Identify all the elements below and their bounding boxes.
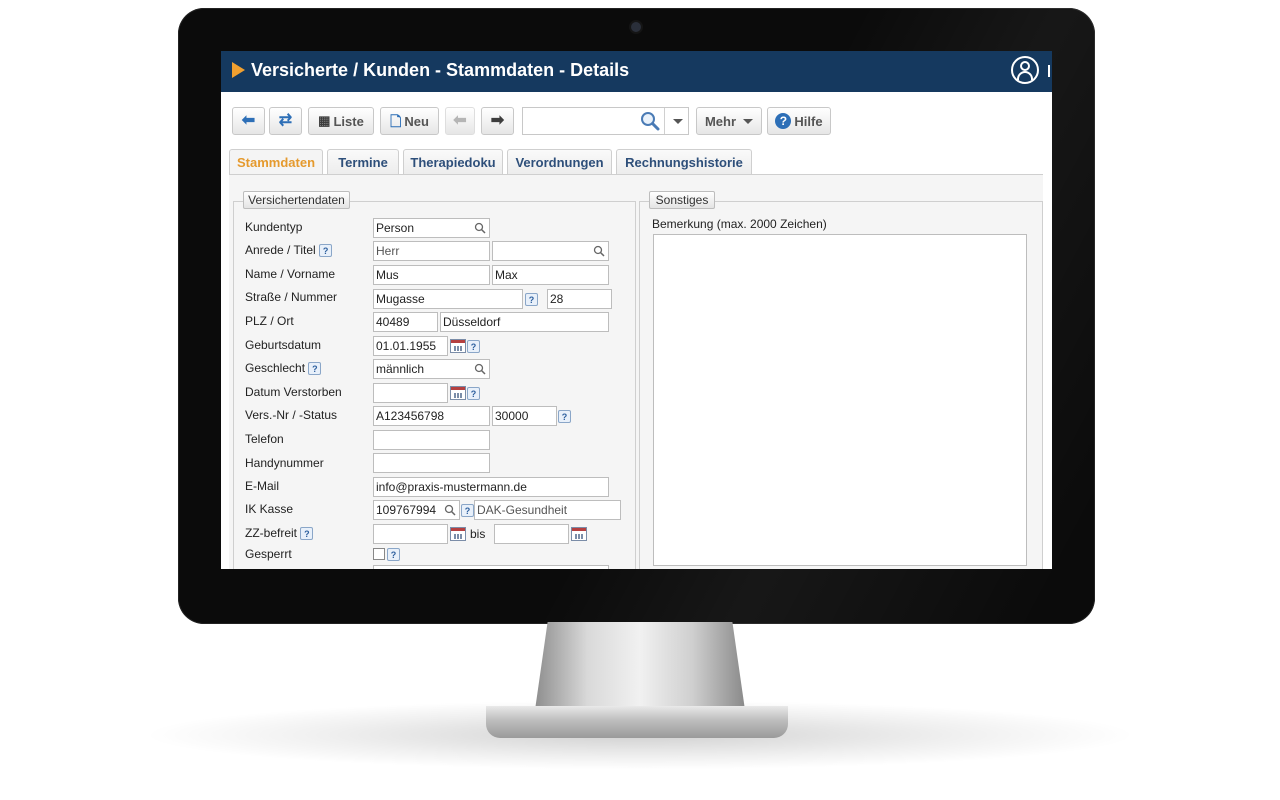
user-icon[interactable] xyxy=(1011,56,1039,84)
search-icon[interactable] xyxy=(444,504,456,516)
tab-stammdaten[interactable]: Stammdaten xyxy=(229,149,323,175)
help-icon: ? xyxy=(775,113,792,129)
title-bar: Versicherte / Kunden - Stammdaten - Deta… xyxy=(221,51,1052,92)
search-icon[interactable] xyxy=(593,245,605,257)
label-geburtsdatum: Geburtsdatum xyxy=(245,338,322,352)
mehr-label: Mehr xyxy=(704,113,737,129)
neu-label: Neu xyxy=(404,113,429,129)
mehr-button[interactable]: Mehr xyxy=(696,107,762,135)
back-button[interactable]: ⬅ xyxy=(232,107,265,135)
vorname-field[interactable]: Max xyxy=(492,265,609,285)
refresh-icon: ⇄ xyxy=(278,112,293,129)
bemerkung-textarea[interactable] xyxy=(653,234,1027,566)
gesperrt-checkbox[interactable] xyxy=(373,548,385,560)
neu-button[interactable]: 🗋 Neu xyxy=(380,107,439,135)
handynummer-field[interactable] xyxy=(373,453,490,473)
label-telefon: Telefon xyxy=(245,432,284,446)
help-icon[interactable]: ? xyxy=(467,340,480,353)
next-field[interactable] xyxy=(373,565,609,569)
label-gesperrt: Gesperrt xyxy=(245,547,292,561)
ort-field[interactable]: Düsseldorf xyxy=(440,312,609,332)
label-plz-ort: PLZ / Ort xyxy=(245,314,294,328)
label-name-vorname: Name / Vorname xyxy=(245,267,336,281)
hilfe-button[interactable]: ? Hilfe xyxy=(767,107,831,135)
label-email: E-Mail xyxy=(245,479,280,493)
hausnummer-field[interactable]: 28 xyxy=(547,289,612,309)
versstatus-field[interactable]: 30000 xyxy=(492,406,557,426)
search-icon[interactable] xyxy=(474,222,486,234)
label-bemerkung: Bemerkung (max. 2000 Zeichen) xyxy=(652,217,827,231)
label-anrede-titel: Anrede / Titel ? xyxy=(245,243,333,258)
ik-kasse-field[interactable]: 109767994 xyxy=(373,500,460,520)
help-icon[interactable]: ? xyxy=(308,362,322,376)
help-icon[interactable]: ? xyxy=(461,504,474,517)
label-geschlecht: Geschlecht ? xyxy=(245,361,322,376)
geburtsdatum-field[interactable]: 01.01.1955 xyxy=(373,336,448,356)
chevron-down-icon xyxy=(743,118,754,124)
kasse-name-field: DAK-Gesundheit xyxy=(474,500,621,520)
label-datum-verstorben: Datum Verstorben xyxy=(245,385,342,399)
bis-label: bis xyxy=(470,527,486,541)
next-button[interactable]: ➡ xyxy=(481,107,514,135)
titel-field[interactable] xyxy=(492,241,609,261)
tab-termine[interactable]: Termine xyxy=(327,149,399,175)
help-icon[interactable]: ? xyxy=(558,410,571,423)
label-kundentyp: Kundentyp xyxy=(245,220,303,234)
label-handynummer: Handynummer xyxy=(245,456,324,470)
calendar-icon[interactable] xyxy=(450,339,466,353)
arrow-left-gray-icon: ⬅ xyxy=(453,112,467,129)
label-versnr-status: Vers.-Nr / -Status xyxy=(245,408,338,422)
datum-verstorben-field[interactable] xyxy=(373,383,448,403)
refresh-button[interactable]: ⇄ xyxy=(269,107,302,135)
tab-verordnungen[interactable]: Verordnungen xyxy=(507,149,612,175)
label-ik-kasse: IK Kasse xyxy=(245,502,294,516)
calendar-icon[interactable] xyxy=(450,527,466,541)
new-document-icon: 🗋 xyxy=(390,113,402,129)
help-icon[interactable]: ? xyxy=(319,244,333,258)
page-title: Versicherte / Kunden - Stammdaten - Deta… xyxy=(251,60,630,80)
tab-therapiedoku[interactable]: Therapiedoku xyxy=(403,149,503,175)
email-field[interactable]: info@praxis-mustermann.de xyxy=(373,477,609,497)
search-icon[interactable] xyxy=(474,363,486,375)
search-box xyxy=(522,107,689,135)
monitor-stand-base xyxy=(486,706,788,738)
table-icon: ▦ xyxy=(318,113,331,128)
help-icon[interactable]: ? xyxy=(525,293,538,306)
anrede-field[interactable]: Herr xyxy=(373,241,490,261)
hilfe-label: Hilfe xyxy=(794,113,823,129)
help-icon[interactable]: ? xyxy=(467,387,480,400)
strasse-field[interactable]: Mugasse xyxy=(373,289,523,309)
kundentyp-field[interactable]: Person xyxy=(373,218,490,238)
calendar-icon[interactable] xyxy=(450,386,466,400)
camera-icon xyxy=(631,22,641,32)
monitor-stand-neck xyxy=(535,622,745,710)
play-arrow-icon xyxy=(232,62,245,78)
liste-button[interactable]: ▦ Liste xyxy=(308,107,374,135)
help-icon[interactable]: ? xyxy=(300,527,314,541)
search-icon[interactable] xyxy=(639,110,661,132)
versnr-field[interactable]: A123456798 xyxy=(373,406,490,426)
zz-befreit-bis-field[interactable] xyxy=(494,524,569,544)
versichertendaten-legend: Versichertendaten xyxy=(243,191,350,209)
previous-button[interactable]: ⬅ xyxy=(445,107,475,135)
app-screen: Versicherte / Kunden - Stammdaten - Deta… xyxy=(221,51,1052,569)
name-field[interactable]: Mus xyxy=(373,265,490,285)
geschlecht-field[interactable]: männlich xyxy=(373,359,490,379)
arrow-right-icon: ➡ xyxy=(490,112,505,129)
chevron-down-icon[interactable] xyxy=(673,119,683,124)
label-zz-befreit: ZZ-befreit ? xyxy=(245,526,314,541)
zz-befreit-von-field[interactable] xyxy=(373,524,448,544)
label-strasse-nummer: Straße / Nummer xyxy=(245,290,338,304)
plz-field[interactable]: 40489 xyxy=(373,312,438,332)
calendar-icon[interactable] xyxy=(571,527,587,541)
telefon-field[interactable] xyxy=(373,430,490,450)
tab-rechnungshistorie[interactable]: Rechnungshistorie xyxy=(616,149,752,175)
liste-label: Liste xyxy=(333,113,364,129)
help-icon[interactable]: ? xyxy=(387,548,400,561)
sonstiges-legend: Sonstiges xyxy=(649,191,715,209)
search-input[interactable] xyxy=(525,110,639,132)
arrow-left-icon: ⬅ xyxy=(241,112,256,129)
